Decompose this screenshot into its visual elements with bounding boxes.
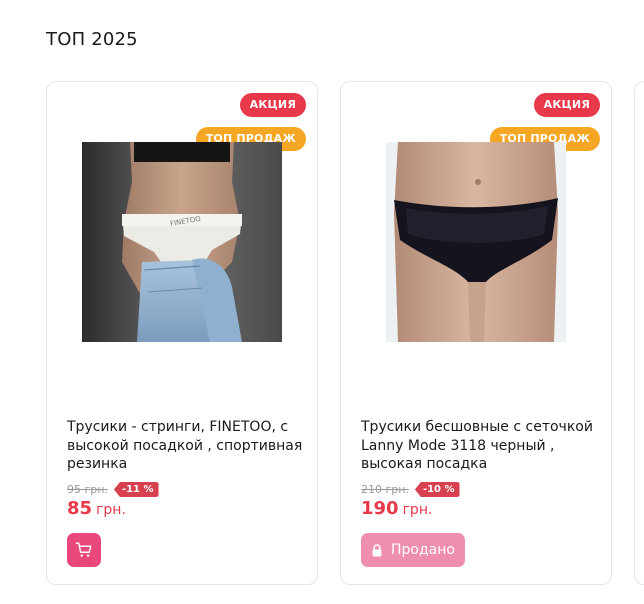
discount-badge: -11 %	[113, 482, 159, 497]
product-card[interactable]: АКЦИЯ ТОП ПРОДАЖ Трусики бесшовные с сет…	[340, 81, 612, 585]
old-price-row: 210 грн. -10 %	[361, 482, 460, 497]
product-card-partial[interactable]	[634, 81, 644, 585]
section-title: ТОП 2025	[46, 29, 138, 50]
cart-icon	[75, 542, 92, 557]
discount-badge: -10 %	[414, 482, 460, 497]
old-price: 95 грн.	[67, 483, 108, 496]
sold-out-label: Продано	[391, 542, 455, 558]
price-value: 190	[361, 498, 399, 519]
price: 85 грн.	[67, 498, 126, 519]
sale-badge: АКЦИЯ	[533, 93, 600, 117]
price-currency: грн.	[96, 502, 126, 518]
price: 190 грн.	[361, 498, 432, 519]
product-card[interactable]: АКЦИЯ ТОП ПРОДАЖ FINETOO Трусики - стрин…	[46, 81, 318, 585]
product-photo-briefs	[386, 142, 566, 342]
price-currency: грн.	[402, 502, 433, 518]
add-to-cart-button[interactable]	[67, 533, 101, 567]
product-title[interactable]: Трусики - стринги, FINETOO, с высокой по…	[67, 418, 303, 474]
old-price-row: 95 грн. -11 %	[67, 482, 159, 497]
product-title[interactable]: Трусики бесшовные с сеточкой Lanny Mode …	[361, 418, 597, 474]
product-image[interactable]	[386, 142, 566, 342]
sold-out-button[interactable]: Продано	[361, 533, 465, 567]
price-value: 85	[67, 498, 93, 519]
product-photo-thong: FINETOO	[82, 142, 282, 342]
lock-icon	[372, 543, 382, 556]
product-image[interactable]: FINETOO	[82, 142, 282, 342]
sale-badge: АКЦИЯ	[239, 93, 306, 117]
old-price: 210 грн.	[361, 483, 409, 496]
